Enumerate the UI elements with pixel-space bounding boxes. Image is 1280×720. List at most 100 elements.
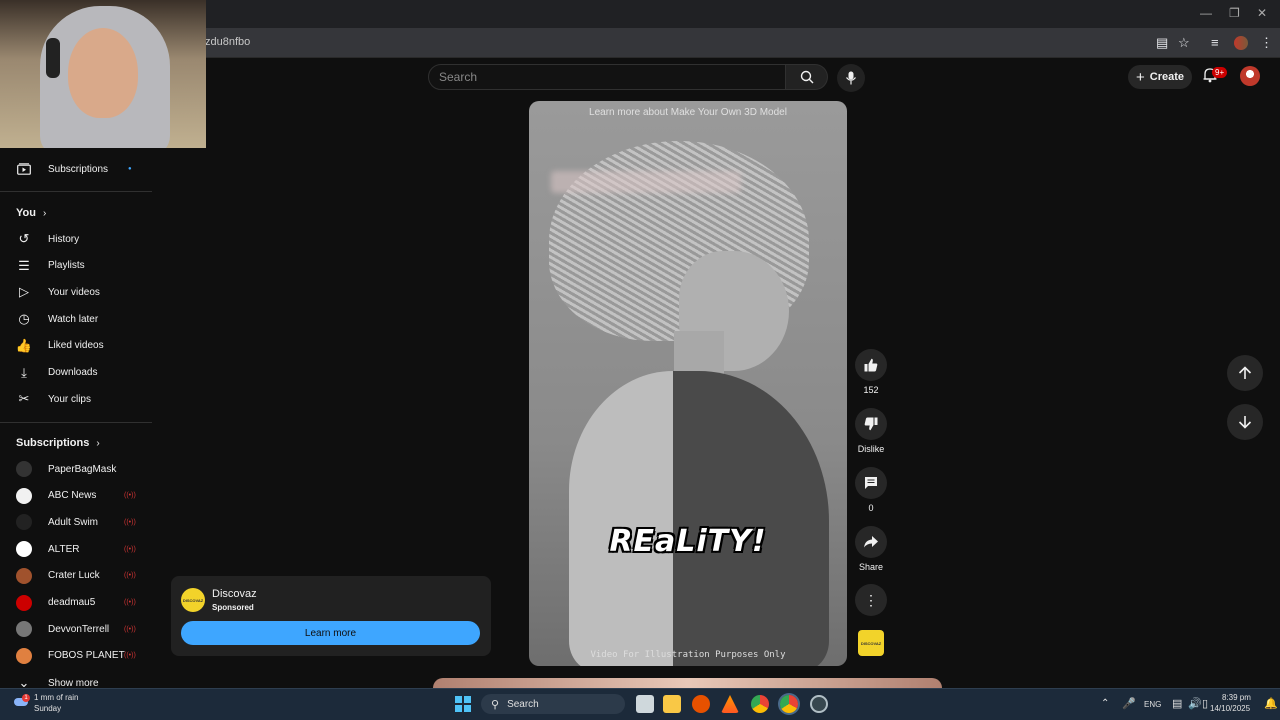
- search-button[interactable]: [786, 64, 828, 90]
- task-view-icon[interactable]: [636, 695, 654, 713]
- battery-icon[interactable]: ▯: [1202, 697, 1208, 710]
- channel-name: ABC News: [48, 490, 97, 502]
- webcam-overlay: [0, 0, 206, 148]
- dislike-label: Dislike: [857, 444, 885, 454]
- sidebar-divider: [0, 191, 152, 192]
- video-disclaimer: Video For Illustration Purposes Only: [590, 650, 786, 660]
- ad-thumbnail[interactable]: DISCOVAZ: [858, 630, 884, 656]
- sidebar-channel-paperbagmask[interactable]: PaperBagMask: [0, 456, 152, 482]
- sidebar-channel-alter[interactable]: ALTER ((•)): [0, 536, 152, 562]
- sidebar-channel-fobos-planet[interactable]: FOBOS PLANET ((•)): [0, 643, 152, 669]
- live-indicator-icon: ((•)): [124, 572, 136, 580]
- menu-dots-icon[interactable]: ⋮: [1260, 35, 1273, 51]
- more-options-button[interactable]: ⋮: [855, 584, 887, 616]
- sidebar-channel-deadmau5[interactable]: deadmau5 ((•)): [0, 590, 152, 616]
- install-app-icon[interactable]: ▤: [1156, 35, 1168, 51]
- share-icon: [864, 536, 878, 548]
- channel-name: DevvonTerrell: [48, 623, 110, 635]
- advertiser-logo[interactable]: DISCOVAZ: [181, 588, 205, 612]
- profile-avatar-icon[interactable]: [1234, 36, 1248, 50]
- clock-date[interactable]: 14/10/2025: [1210, 704, 1250, 713]
- bookmark-star-icon[interactable]: ☆: [1178, 35, 1190, 51]
- thumbs-down-icon: [864, 417, 878, 431]
- previous-video-button[interactable]: [1227, 355, 1263, 391]
- video-top-caption[interactable]: Learn more about Make Your Own 3D Model: [529, 107, 847, 118]
- url-text[interactable]: zdu8nfbo: [205, 36, 250, 48]
- like-button[interactable]: [855, 349, 887, 381]
- windows-start-icon[interactable]: [455, 696, 471, 712]
- sidebar-item-liked-videos[interactable]: 👍 Liked videos: [0, 333, 152, 359]
- sidebar-channel-abc-news[interactable]: ABC News ((•)): [0, 483, 152, 509]
- create-label: Create: [1149, 71, 1184, 83]
- channel-name: deadmau5: [48, 597, 96, 608]
- weather-text[interactable]: 1 mm of rain: [34, 693, 78, 702]
- download-icon: ⤓: [21, 364, 27, 380]
- microphone-tray-icon[interactable]: 🎤: [1122, 697, 1136, 710]
- brave-browser-icon[interactable]: [692, 695, 710, 713]
- minimize-icon[interactable]: —: [1200, 6, 1212, 20]
- sidebar-item-label: Liked videos: [48, 340, 104, 352]
- obs-icon[interactable]: [810, 695, 828, 713]
- sidebar-item-label: Your videos: [48, 286, 100, 298]
- channel-avatar: [16, 621, 32, 638]
- subscriptions-icon: [16, 161, 32, 177]
- sidebar-item-subscriptions[interactable]: Subscriptions ●: [0, 156, 152, 182]
- restore-icon[interactable]: ❐: [1229, 6, 1240, 20]
- clips-icon: ✂: [18, 391, 30, 407]
- sidebar-item-label: Watch later: [48, 313, 99, 325]
- sidebar-item-history[interactable]: ↺ History: [0, 226, 152, 252]
- learn-more-button[interactable]: Learn more: [181, 621, 480, 645]
- subscriptions-heading[interactable]: Subscriptions ›: [16, 437, 100, 449]
- channel-avatar: [16, 541, 32, 558]
- you-heading-label: You: [16, 207, 36, 219]
- sidebar-channel-adult-swim[interactable]: Adult Swim ((•)): [0, 509, 152, 535]
- chrome-active-icon[interactable]: [780, 695, 798, 713]
- channel-name: FOBOS PLANET: [48, 650, 125, 662]
- live-indicator-icon: ((•)): [124, 625, 136, 633]
- advertiser-name[interactable]: Discovaz: [212, 588, 257, 600]
- close-icon[interactable]: ✕: [1257, 6, 1267, 20]
- video-overlay-text: REaLiTY!: [609, 524, 767, 559]
- channel-avatar: [16, 514, 32, 531]
- sidebar-item-your-clips[interactable]: ✂ Your clips: [0, 386, 152, 412]
- network-icon[interactable]: ▤: [1172, 697, 1182, 710]
- playlists-icon: ☰: [18, 257, 30, 273]
- account-avatar[interactable]: [1240, 66, 1260, 86]
- sidebar-channel-crater-luck[interactable]: Crater Luck ((•)): [0, 563, 152, 589]
- shorts-video-player[interactable]: [529, 101, 847, 666]
- create-button[interactable]: + Create: [1128, 65, 1192, 89]
- webcam-person-face: [68, 28, 138, 118]
- language-indicator[interactable]: ENG: [1144, 700, 1161, 709]
- ad-thumbnail-text: DISCOVAZ: [860, 640, 882, 646]
- sidebar-channel-devvonterrell[interactable]: DevvonTerrell ((•)): [0, 616, 152, 642]
- search-icon: ⚲: [491, 698, 500, 711]
- comments-button[interactable]: [855, 467, 887, 499]
- clock-time[interactable]: 8:39 pm: [1222, 693, 1251, 702]
- channel-avatar: [16, 647, 32, 664]
- media-control-icon[interactable]: ≡: [1211, 35, 1219, 50]
- live-indicator-icon: ((•)): [124, 518, 136, 526]
- chrome-icon[interactable]: [751, 695, 769, 713]
- share-button[interactable]: [855, 526, 887, 558]
- sidebar-item-watch-later[interactable]: ◷ Watch later: [0, 306, 152, 332]
- file-explorer-icon[interactable]: [663, 695, 681, 713]
- volume-icon[interactable]: 🔊: [1188, 697, 1202, 710]
- sidebar-item-label: History: [48, 233, 80, 245]
- tray-overflow-icon[interactable]: ⌃: [1101, 698, 1109, 709]
- comment-icon: [865, 477, 877, 489]
- you-heading[interactable]: You ›: [16, 207, 46, 219]
- chevron-right-icon: ›: [96, 438, 100, 449]
- sidebar-item-label: Playlists: [48, 260, 85, 272]
- notification-center-icon[interactable]: 🔔: [1264, 697, 1278, 710]
- next-video-button[interactable]: [1227, 404, 1263, 440]
- channel-avatar: [16, 594, 32, 611]
- weather-icon[interactable]: 1: [12, 694, 30, 708]
- search-input[interactable]: [428, 64, 786, 90]
- sidebar-item-downloads[interactable]: ⤓ Downloads: [0, 360, 152, 386]
- dislike-button[interactable]: [855, 408, 887, 440]
- comment-count: 0: [868, 503, 874, 513]
- sidebar-item-your-videos[interactable]: ▷ Your videos: [0, 279, 152, 305]
- sidebar-item-playlists[interactable]: ☰ Playlists: [0, 253, 152, 279]
- voice-search-button[interactable]: [837, 64, 865, 92]
- taskbar-search[interactable]: ⚲ Search: [481, 694, 625, 714]
